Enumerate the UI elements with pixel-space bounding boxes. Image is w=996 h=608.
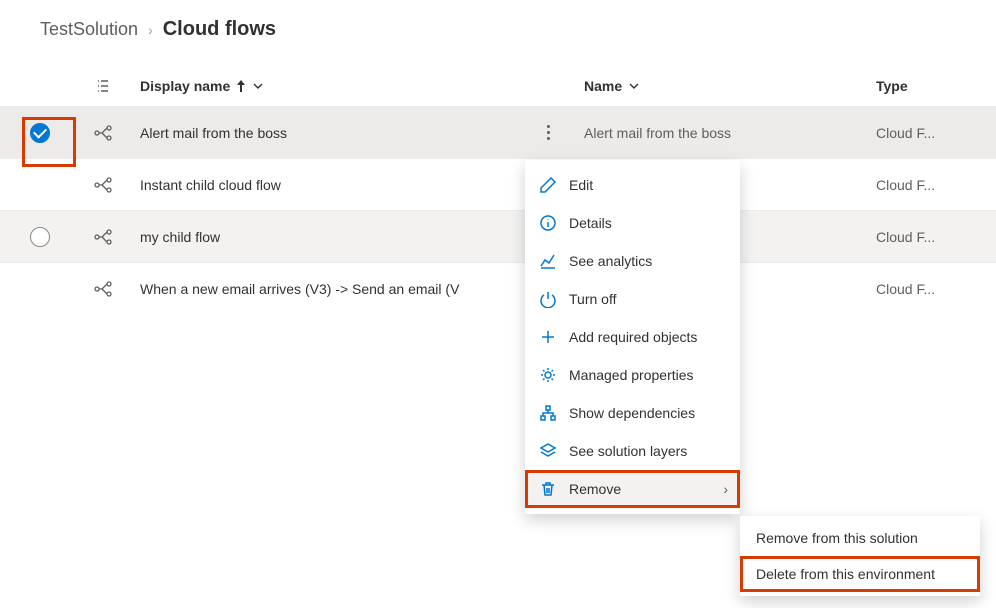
layers-icon: [539, 442, 557, 460]
table-row[interactable]: my child flow Cloud F...: [0, 211, 996, 263]
menu-item-edit[interactable]: Edit: [525, 166, 740, 204]
remove-submenu: Remove from this solution Delete from th…: [740, 516, 980, 596]
chevron-right-icon: ›: [148, 22, 153, 38]
trash-icon: [539, 480, 557, 498]
row-checkbox[interactable]: [30, 227, 50, 247]
list-icon[interactable]: [80, 78, 126, 94]
menu-item-turnoff[interactable]: Turn off: [525, 280, 740, 318]
submenu-remove-from-solution[interactable]: Remove from this solution: [740, 520, 980, 556]
submenu-delete-from-environment[interactable]: Delete from this environment: [740, 556, 980, 592]
type-cell: Cloud F...: [876, 229, 976, 245]
menu-label: Add required objects: [569, 329, 697, 345]
type-cell: Cloud F...: [876, 177, 976, 193]
chevron-down-icon: [628, 80, 640, 92]
table-row[interactable]: Instant child cloud flow Cloud F...: [0, 159, 996, 211]
display-name-cell[interactable]: Alert mail from the boss: [126, 125, 520, 141]
column-header-display-name[interactable]: Display name: [126, 78, 520, 94]
column-label: Name: [584, 78, 622, 94]
menu-label: Edit: [569, 177, 593, 193]
breadcrumb-parent[interactable]: TestSolution: [40, 19, 138, 40]
menu-label: See analytics: [569, 253, 652, 269]
menu-item-layers[interactable]: See solution layers: [525, 432, 740, 470]
sort-asc-icon: [236, 80, 246, 92]
flow-icon: [80, 124, 126, 142]
menu-item-add-objects[interactable]: Add required objects: [525, 318, 740, 356]
row-checkbox[interactable]: [30, 123, 50, 143]
column-header-name[interactable]: Name: [576, 78, 876, 94]
row-context-menu: Edit Details See analytics Turn off Add …: [525, 160, 740, 514]
type-cell: Cloud F...: [876, 281, 976, 297]
submenu-label: Delete from this environment: [756, 566, 935, 582]
chevron-right-icon: ›: [723, 481, 728, 497]
menu-item-remove[interactable]: Remove ›: [525, 470, 740, 508]
breadcrumb-current: Cloud flows: [163, 18, 276, 41]
analytics-icon: [539, 252, 557, 270]
name-cell: Alert mail from the boss: [576, 125, 876, 141]
table-header-row: Display name Name Type: [0, 65, 996, 107]
column-header-type[interactable]: Type: [876, 78, 976, 94]
menu-label: Managed properties: [569, 367, 694, 383]
column-label: Display name: [140, 78, 230, 94]
menu-item-analytics[interactable]: See analytics: [525, 242, 740, 280]
flow-icon: [80, 176, 126, 194]
display-name-cell[interactable]: When a new email arrives (V3) -> Send an…: [126, 281, 520, 297]
menu-label: Turn off: [569, 291, 616, 307]
menu-label: Remove: [569, 481, 621, 497]
edit-icon: [539, 176, 557, 194]
menu-label: Show dependencies: [569, 405, 695, 421]
table-row[interactable]: When a new email arrives (V3) -> Send an…: [0, 263, 996, 315]
menu-label: Details: [569, 215, 612, 231]
breadcrumb: TestSolution › Cloud flows: [0, 0, 996, 65]
gear-icon: [539, 366, 557, 384]
row-actions-button[interactable]: [538, 119, 558, 147]
flow-icon: [80, 280, 126, 298]
table-row[interactable]: Alert mail from the boss Alert mail from…: [0, 107, 996, 159]
display-name-cell[interactable]: my child flow: [126, 229, 520, 245]
type-cell: Cloud F...: [876, 125, 976, 141]
display-name-cell[interactable]: Instant child cloud flow: [126, 177, 520, 193]
info-icon: [539, 214, 557, 232]
menu-label: See solution layers: [569, 443, 687, 459]
hierarchy-icon: [539, 404, 557, 422]
menu-item-dependencies[interactable]: Show dependencies: [525, 394, 740, 432]
submenu-label: Remove from this solution: [756, 530, 918, 546]
menu-item-details[interactable]: Details: [525, 204, 740, 242]
plus-icon: [539, 328, 557, 346]
flow-icon: [80, 228, 126, 246]
flows-table: Display name Name Type Alert mail from t…: [0, 65, 996, 315]
chevron-down-icon: [252, 80, 264, 92]
menu-item-managed-props[interactable]: Managed properties: [525, 356, 740, 394]
power-icon: [539, 290, 557, 308]
column-label: Type: [876, 78, 908, 94]
